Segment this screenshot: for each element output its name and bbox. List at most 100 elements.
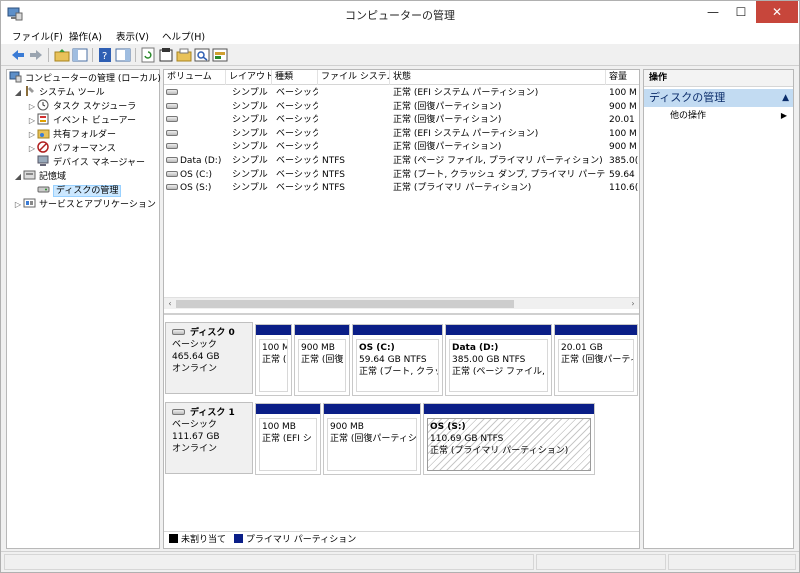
tree-item-disk-management[interactable]: ディスクの管理 (37, 183, 122, 197)
cell-type: ベーシック (276, 156, 318, 166)
search-icon[interactable] (194, 47, 210, 63)
actions-pane: 操作 ディスクの管理 ▲ 他の操作 ▶ (643, 69, 794, 549)
volume-icon (166, 102, 178, 109)
expand-arrow-icon[interactable]: ▷ (27, 142, 37, 156)
tree-item-device-manager[interactable]: デバイス マネージャー (37, 155, 145, 169)
tree-item-label: ディスクの管理 (53, 185, 122, 197)
back-icon[interactable] (10, 47, 26, 63)
cell-layout: シンプル (232, 183, 268, 194)
column-header-volume[interactable]: ボリューム (164, 70, 226, 85)
expand-arrow-icon[interactable]: ▷ (27, 100, 37, 114)
menu-help[interactable]: ヘルプ(H) (162, 29, 205, 43)
volume-row[interactable]: シンプル ベーシック 正常 (EFI システム パーティション) 100 M (164, 87, 639, 101)
partition-name: Data (D:) (452, 343, 499, 353)
disk-management-icon (37, 186, 50, 193)
disk-0-label[interactable]: ディスク 0 ベーシック 465.64 GB オンライン (165, 322, 253, 394)
disk-kind: ベーシック (172, 340, 217, 350)
cell-file-system: NTFS (322, 183, 345, 194)
partition-disk0-c[interactable]: OS (C:) 59.64 GB NTFS 正常 (ブート, クラッシ (352, 324, 443, 396)
horizontal-scrollbar[interactable]: ‹ › (164, 297, 639, 309)
shared-folder-icon (37, 129, 50, 139)
partition-disk0-2[interactable]: 900 MB 正常 (回復 (294, 324, 350, 396)
tree-item-label: デバイス マネージャー (53, 158, 145, 168)
partition-name: OS (C:) (359, 343, 395, 353)
partition-disk1-s[interactable]: OS (S:) 110.69 GB NTFS 正常 (プライマリ パーティション) (423, 403, 595, 475)
cell-volume (166, 87, 226, 100)
close-button[interactable]: ✕ (756, 1, 798, 23)
scrollbar-thumb[interactable] (176, 300, 514, 308)
volume-row[interactable]: シンプル ベーシック 正常 (EFI システム パーティション) 100 M (164, 128, 639, 142)
volume-row[interactable]: OS (C:) シンプル ベーシック NTFS 正常 (ブート, クラッシュ ダンプ, … (164, 169, 639, 183)
volume-icon (166, 143, 178, 150)
tree-item-event-viewer[interactable]: ▷ イベント ビューアー (27, 113, 136, 127)
volume-row[interactable]: シンプル ベーシック 正常 (回復パーティション) 900 M (164, 101, 639, 115)
show-hide-tree-icon[interactable] (72, 47, 88, 63)
volume-icon (166, 116, 178, 123)
column-header-status[interactable]: 状態 (390, 70, 606, 85)
refresh-icon[interactable] (140, 47, 156, 63)
up-folder-icon[interactable] (54, 47, 70, 63)
submenu-arrow-icon: ▶ (780, 111, 787, 120)
volume-icon (166, 184, 178, 191)
menu-file[interactable]: ファイル(F) (12, 29, 63, 43)
action-label: 他の操作 (670, 111, 707, 121)
tree-item-computer-management[interactable]: コンピューターの管理 (ローカル) (9, 71, 161, 85)
disk-1-label[interactable]: ディスク 1 ベーシック 111.67 GB オンライン (165, 402, 253, 474)
partition-size: 20.01 GB (561, 343, 603, 353)
column-header-layout[interactable]: レイアウト (226, 70, 272, 85)
partition-disk0-5[interactable]: 20.01 GB 正常 (回復パーティ (554, 324, 638, 396)
cell-volume: OS (S:) (166, 182, 226, 195)
tree-item-system-tools[interactable]: ◢ システム ツール (13, 85, 105, 99)
partition-disk1-1[interactable]: 100 MB 正常 (EFI シ (255, 403, 321, 475)
actions-section-label: ディスクの管理 (649, 91, 726, 104)
properties-icon[interactable] (158, 47, 174, 63)
tree-item-services-apps[interactable]: ▷ サービスとアプリケーション (13, 197, 156, 211)
volume-row[interactable]: シンプル ベーシック 正常 (回復パーティション) 20.01 (164, 114, 639, 128)
column-header-capacity[interactable]: 容量 (606, 70, 639, 85)
tree-item-label: サービスとアプリケーション (39, 200, 156, 210)
partition-disk0-1[interactable]: 100 M 正常 ( (255, 324, 292, 396)
tree-item-performance[interactable]: ▷ パフォーマンス (27, 141, 116, 155)
partition-disk1-2[interactable]: 900 MB 正常 (回復パーティショ (323, 403, 421, 475)
tree-item-label: システム ツール (39, 88, 105, 98)
expand-arrow-icon[interactable]: ▷ (27, 114, 37, 128)
expand-arrow-icon[interactable]: ▷ (27, 128, 37, 142)
cell-status: 正常 (プライマリ パーティション) (393, 183, 532, 194)
collapse-arrow-icon[interactable]: ◢ (13, 170, 23, 184)
volume-row[interactable]: OS (S:) シンプル ベーシック NTFS 正常 (プライマリ パーティション) 11… (164, 182, 639, 196)
rescan-icon[interactable] (212, 47, 228, 63)
maximize-button[interactable]: ☐ (728, 1, 754, 23)
action-more-actions[interactable]: 他の操作 ▶ (644, 109, 793, 123)
column-header-type[interactable]: 種類 (272, 70, 318, 85)
collapse-up-icon[interactable]: ▲ (782, 89, 789, 107)
volume-row[interactable]: Data (D:) シンプル ベーシック NTFS 正常 (ページ ファイル, プライマ… (164, 155, 639, 169)
column-header-file-system[interactable]: ファイル システム (318, 70, 390, 85)
show-action-pane-icon[interactable] (115, 47, 131, 63)
scroll-left-icon[interactable]: ‹ (164, 298, 176, 310)
tree-item-label: パフォーマンス (53, 144, 116, 154)
minimize-button[interactable]: — (700, 1, 726, 23)
primary-partition-bar (324, 404, 420, 414)
menu-view[interactable]: 表示(V) (116, 29, 149, 43)
partition-status: 正常 (回復パーティショ (330, 434, 417, 444)
volume-icon (166, 170, 178, 177)
disk-size: 465.64 GB (172, 352, 220, 362)
tree-item-shared-folders[interactable]: ▷ 共有フォルダー (27, 127, 116, 141)
collapse-arrow-icon[interactable]: ◢ (13, 86, 23, 100)
help-icon[interactable]: ? (97, 47, 113, 63)
expand-arrow-icon[interactable]: ▷ (13, 198, 23, 212)
partition-name: OS (S:) (430, 422, 466, 432)
disk-name: ディスク 0 (190, 328, 235, 338)
tree-item-storage[interactable]: ◢ 記憶域 (13, 169, 66, 183)
partition-disk0-d[interactable]: Data (D:) 385.00 GB NTFS 正常 (ページ ファイル, プ (445, 324, 552, 396)
forward-icon[interactable] (28, 47, 44, 63)
volume-row[interactable]: シンプル ベーシック 正常 (回復パーティション) 900 M (164, 141, 639, 155)
open-icon[interactable] (176, 47, 192, 63)
tree-item-task-scheduler[interactable]: ▷ タスク スケジューラ (27, 99, 136, 113)
menu-action[interactable]: 操作(A) (69, 29, 102, 43)
partition-info: 900 MB 正常 (回復パーティショ (327, 418, 417, 471)
partition-size: 900 MB (330, 422, 364, 432)
actions-section-disk-management[interactable]: ディスクの管理 ▲ (644, 89, 793, 107)
legend-primary: プライマリ パーティション (245, 535, 357, 545)
scroll-right-icon[interactable]: › (627, 298, 639, 310)
